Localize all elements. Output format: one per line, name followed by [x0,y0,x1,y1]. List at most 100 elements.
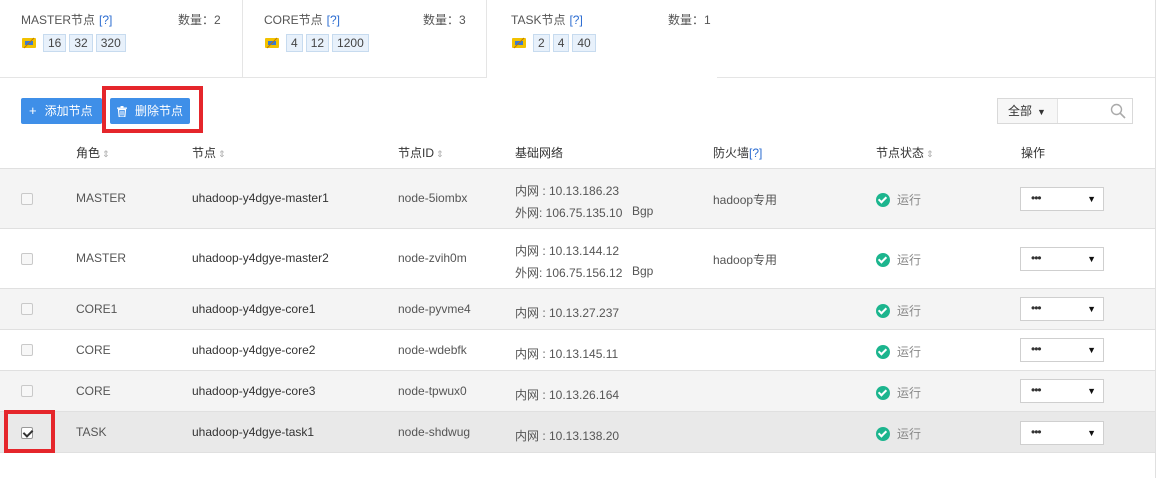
table-row: TASK uhadoop-y4dgye-task1 node-shdwug 内网… [0,411,1155,453]
private-ip-cell: 内网 : 10.13.138.20 [515,429,620,443]
summary-panel: MASTER节点 [?] 数量：2 16 32 320 CORE节点 [?] 数量：… [0,0,1155,78]
memory-spec: 32 [69,34,93,52]
task-help-link[interactable]: [?] [569,13,582,27]
bgp-tag: Bgp [632,204,654,218]
row-checkbox[interactable] [21,385,33,397]
private-ip-cell: 内网 : 10.13.145.11 [515,347,619,361]
check-circle-icon [876,192,890,207]
chip-icon [265,37,279,49]
col-node-header[interactable]: 节点 ⇕ [192,144,226,161]
delete-button-highlight [102,86,203,133]
col-firewall-header: 防火墙[?] [713,144,762,161]
task-card-title: TASK节点 [511,13,566,27]
row-checkbox[interactable] [21,253,33,265]
status-cell: 运行 [876,384,921,401]
core-count: 数量：3 [423,13,466,27]
disk-spec: 40 [572,34,596,52]
status-cell: 运行 [876,425,921,442]
memory-spec: 4 [552,34,570,52]
more-label: ••• [1031,383,1042,397]
sort-icon: ⇕ [436,149,444,159]
node-id-cell: node-shdwug [398,425,471,439]
master-help-link[interactable]: [?] [99,13,112,27]
col-action-header: 操作 [1021,144,1045,161]
task-specs: 2 4 40 [511,34,599,52]
private-ip-cell: 内网 : 10.13.186.23 [515,184,620,198]
col-network-label: 基础网络 [515,146,564,160]
cpu-spec: 2 [533,34,550,52]
node-name-cell: uhadoop-y4dgye-core3 [192,384,316,398]
caret-down-icon: ▼ [1087,345,1096,355]
status-label: 运行 [897,427,922,441]
col-node-id-header[interactable]: 节点ID ⇕ [398,144,444,161]
chip-icon [22,37,36,49]
node-name-cell: uhadoop-y4dgye-master2 [192,251,329,265]
node-id-cell: node-tpwux0 [398,384,467,398]
caret-down-icon: ▼ [1087,254,1096,264]
action-dropdown[interactable]: ••• ▼ [1020,187,1104,211]
status-cell: 运行 [876,251,921,268]
sort-icon: ⇕ [926,149,934,159]
filter-bar: 全部 ▼ [997,98,1133,124]
right-edge [1155,78,1156,478]
action-dropdown[interactable]: ••• ▼ [1020,379,1104,403]
node-name-cell: uhadoop-y4dgye-core1 [192,302,316,316]
add-node-button[interactable]: + 添加节点 [21,98,102,124]
panel-edge [1155,0,1156,78]
core-card-title: CORE节点 [264,13,323,27]
table-row: CORE uhadoop-y4dgye-core2 node-wdebfk 内网… [0,329,1155,370]
role-cell: TASK [76,425,107,439]
node-id-cell: node-zvih0m [398,251,467,265]
action-dropdown[interactable]: ••• ▼ [1020,247,1104,271]
firewall-cell[interactable]: hadoop专用 [713,251,777,268]
action-dropdown[interactable]: ••• ▼ [1020,421,1104,445]
node-id-cell: node-5iombx [398,191,468,205]
node-name-cell: uhadoop-y4dgye-task1 [192,425,315,439]
firewall-cell[interactable]: hadoop专用 [713,191,777,208]
core-help-link[interactable]: [?] [327,13,340,27]
row-checkbox[interactable] [21,193,33,205]
col-role-header[interactable]: 角色 ⇕ [76,144,110,161]
role-cell: CORE1 [76,302,118,316]
sort-icon: ⇕ [218,149,226,159]
more-label: ••• [1031,191,1042,205]
disk-spec: 320 [95,34,126,52]
private-ip-cell: 内网 : 10.13.27.237 [515,306,620,320]
col-node-label: 节点 [192,146,217,160]
check-circle-icon [876,426,890,441]
action-dropdown[interactable]: ••• ▼ [1020,297,1104,321]
firewall-help-link[interactable]: [?] [749,146,762,160]
status-label: 运行 [897,193,922,207]
table-row: MASTER uhadoop-y4dgye-master2 node-zvih0… [0,228,1155,288]
node-name-cell: uhadoop-y4dgye-core2 [192,343,316,357]
caret-down-icon: ▼ [1087,428,1096,438]
status-label: 运行 [897,304,922,318]
status-label: 运行 [897,345,922,359]
check-circle-icon [876,385,890,400]
search-input[interactable] [1059,99,1104,123]
action-dropdown[interactable]: ••• ▼ [1020,338,1104,362]
node-name-cell: uhadoop-y4dgye-master1 [192,191,329,205]
search-icon[interactable] [1110,103,1126,119]
node-id-cell: node-pyvme4 [398,302,471,316]
col-role-label: 角色 [76,146,101,160]
check-circle-icon [876,252,890,267]
master-summary-card: MASTER节点 [?] 数量：2 16 32 320 [0,0,243,78]
col-action-label: 操作 [1021,146,1046,160]
status-cell: 运行 [876,343,921,360]
role-filter-value: 全部 [1008,104,1033,118]
role-filter-select[interactable]: 全部 ▼ [998,99,1058,123]
task-summary-card: TASK节点 [?] 数量：1 2 4 40 [487,0,717,78]
check-circle-icon [876,344,890,359]
cpu-spec: 4 [286,34,303,52]
col-status-header[interactable]: 节点状态 ⇕ [876,144,934,161]
public-ip-cell: 外网: 106.75.156.12 [515,266,623,280]
core-specs: 4 12 1200 [264,34,372,52]
table-row: CORE1 uhadoop-y4dgye-core1 node-pyvme4 内… [0,288,1155,329]
row-checkbox[interactable] [21,344,33,356]
sort-icon: ⇕ [102,149,110,159]
table-row: MASTER uhadoop-y4dgye-master1 node-5iomb… [0,168,1155,228]
row-checkbox[interactable] [21,303,33,315]
caret-down-icon: ▼ [1087,304,1096,314]
role-cell: MASTER [76,251,127,265]
